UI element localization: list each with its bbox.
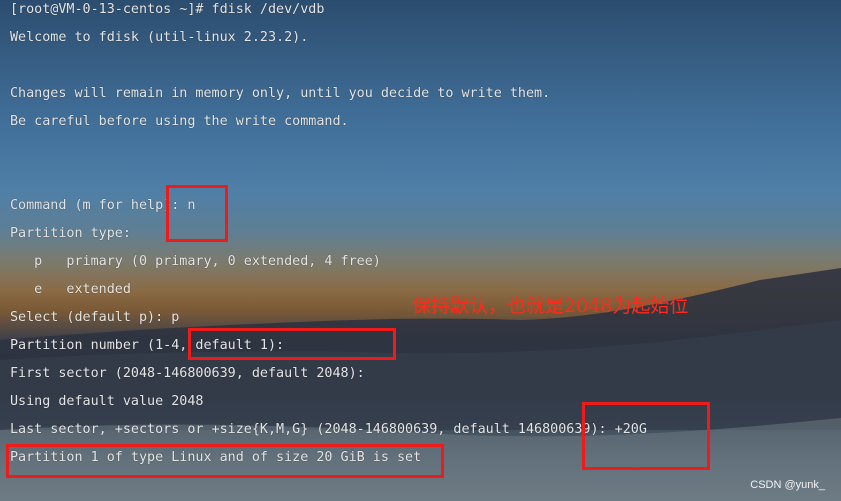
annotation-text: 保持默认，也就是2048为起始位 xyxy=(412,295,689,317)
terminal-line: [root@VM-0-13-centos ~]# fdisk /dev/vdb xyxy=(10,2,325,17)
terminal-line: Be careful before using the write comman… xyxy=(10,114,349,129)
terminal-line: e extended xyxy=(10,282,131,297)
terminal-line: Welcome to fdisk (util-linux 2.23.2). xyxy=(10,30,309,45)
csdn-watermark: CSDN @yunk_ xyxy=(750,479,825,491)
terminal-window[interactable]: [root@VM-0-13-centos ~]# fdisk /dev/vdb … xyxy=(0,0,841,501)
highlight-box-default-partition xyxy=(188,328,396,360)
terminal-line: Changes will remain in memory only, unti… xyxy=(10,86,551,101)
terminal-line: p primary (0 primary, 0 extended, 4 free… xyxy=(10,254,381,269)
terminal-line: Last sector, +sectors or +size{K,M,G} (2… xyxy=(10,422,647,437)
terminal-line: Partition type: xyxy=(10,226,131,241)
terminal-line: Select (default p): p xyxy=(10,310,180,325)
highlight-box-size-20g xyxy=(582,402,710,470)
highlight-box-command-n xyxy=(166,185,228,242)
terminal-line: First sector (2048-146800639, default 20… xyxy=(10,366,365,381)
highlight-box-partition-set xyxy=(6,444,444,478)
terminal-line: Using default value 2048 xyxy=(10,394,204,409)
